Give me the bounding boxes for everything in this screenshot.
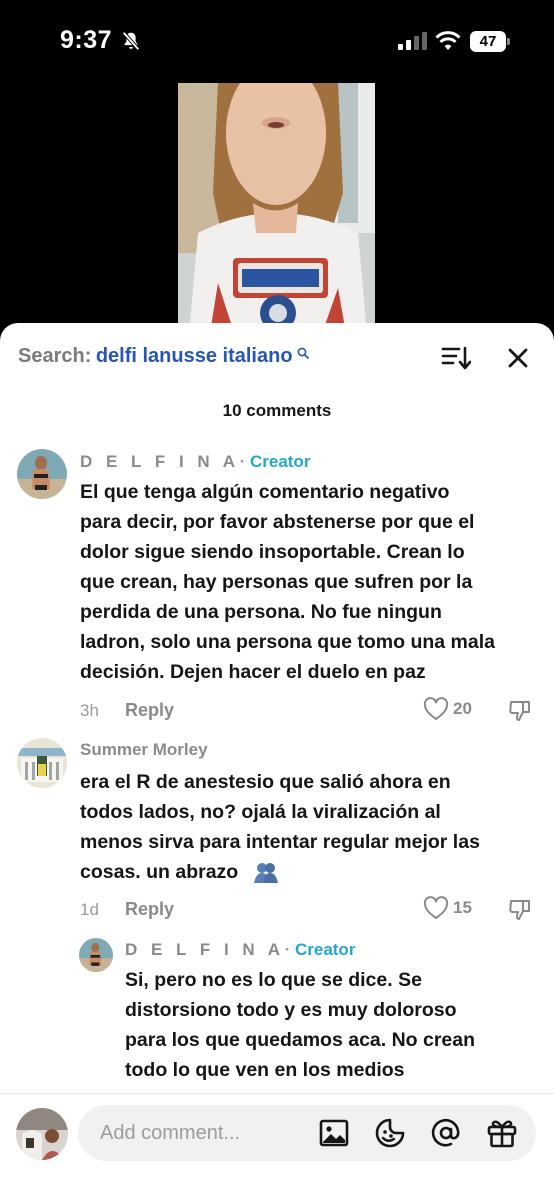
- wifi-icon: [435, 31, 461, 50]
- video-frame-image: [178, 83, 375, 345]
- battery-icon: 47: [470, 31, 510, 52]
- comment-line: todos lados, no? ojalá la viralización a…: [80, 801, 441, 823]
- comment-line: ladron, solo una persona que tomo una ma…: [80, 631, 495, 653]
- avatar-image: [16, 1108, 68, 1160]
- comments-sheet: Search: delfi lanusse italiano 10 commen…: [0, 323, 554, 1200]
- gift-icon[interactable]: [486, 1117, 518, 1149]
- avatar-image: [17, 449, 67, 499]
- reply-button[interactable]: Reply: [125, 700, 174, 721]
- avatar[interactable]: [79, 938, 113, 972]
- comment-item: D E L F I N A· Creator El que tenga algú…: [0, 447, 554, 727]
- creator-badge: Creator: [249, 452, 311, 471]
- avatar-image: [79, 938, 113, 972]
- like-count: 15: [453, 898, 472, 917]
- comment-line: para decir, por favor abstenerse por que…: [80, 511, 475, 533]
- comment-line: menos sirva para intentar regular mejor …: [80, 831, 480, 853]
- comment-body: El que tenga algún comentario negativo p…: [80, 477, 540, 687]
- comment-body: Si, pero no es lo que se dice. Se distor…: [125, 965, 545, 1085]
- comment-author[interactable]: D E L F I N A· Creator: [80, 452, 310, 472]
- avatar[interactable]: [17, 738, 67, 788]
- creator-badge: Creator: [294, 940, 356, 959]
- reply-button[interactable]: Reply: [125, 899, 174, 920]
- author-separator: ·: [239, 452, 246, 471]
- like-button[interactable]: 20: [423, 697, 483, 723]
- comment-line: perdida de una persona. No fue ningun: [80, 601, 442, 623]
- author-name: Summer Morley: [80, 740, 208, 759]
- like-count: 20: [453, 699, 472, 718]
- comment-line: todo lo que ven en los medios: [125, 1059, 405, 1081]
- comment-timestamp: 1d: [80, 900, 99, 919]
- comment-line: dolor sigue siendo insoportable. Crean l…: [80, 541, 465, 563]
- comment-line: cosas. un abrazo: [80, 857, 540, 887]
- comment-line: distorsiono todo y es muy doloroso: [125, 999, 457, 1021]
- author-separator: ·: [284, 940, 291, 959]
- comment-line-text: cosas. un abrazo: [80, 861, 239, 883]
- like-button[interactable]: 15: [423, 896, 483, 922]
- video-thumbnail[interactable]: [178, 83, 375, 345]
- comment-input-placeholder: Add comment...: [100, 1122, 241, 1144]
- author-name: D E L F I N A: [125, 940, 285, 959]
- sort-icon[interactable]: [441, 345, 471, 371]
- dislike-icon[interactable]: [508, 897, 532, 921]
- mention-icon[interactable]: [430, 1117, 462, 1149]
- search-prefix: Search:: [18, 345, 92, 367]
- search-term-link[interactable]: delfi lanusse italiano: [96, 345, 293, 367]
- comment-body: era el R de anestesio que salió ahora en…: [80, 767, 540, 887]
- avatar[interactable]: [17, 449, 67, 499]
- author-name: D E L F I N A: [80, 452, 240, 471]
- search-icon: [297, 347, 309, 359]
- battery-level: 47: [470, 31, 506, 52]
- emoji-icon[interactable]: [374, 1117, 406, 1149]
- dislike-icon[interactable]: [508, 698, 532, 722]
- heart-icon: [423, 896, 449, 919]
- comment-input[interactable]: Add comment...: [78, 1105, 536, 1161]
- avatar-image: [17, 738, 67, 788]
- comment-count: 10 comments: [222, 401, 332, 420]
- comment-line: para los que quedamos aca. No crean: [125, 1029, 476, 1051]
- comment-author[interactable]: D E L F I N A· Creator: [125, 940, 355, 960]
- close-icon[interactable]: [505, 345, 531, 371]
- image-icon[interactable]: [318, 1117, 350, 1149]
- comment-line: era el R de anestesio que salió ahora en: [80, 771, 451, 793]
- reply-item: D E L F I N A· Creator Si, pero no es lo…: [0, 935, 554, 1095]
- status-bar: 9:37 47: [0, 0, 554, 80]
- comment-composer: Add comment...: [0, 1093, 554, 1200]
- comment-timestamp: 3h: [80, 701, 99, 720]
- signal-icon: [398, 32, 427, 50]
- comment-line: que crean, hay personas que sufren por l…: [80, 571, 473, 593]
- bell-slash-icon: [122, 31, 140, 51]
- battery-tip: [507, 38, 510, 45]
- comment-author[interactable]: Summer Morley: [80, 740, 208, 760]
- comment-line: decisión. Dejen hacer el duelo en paz: [80, 661, 426, 683]
- status-time: 9:37: [60, 26, 113, 54]
- heart-icon: [423, 697, 449, 720]
- comment-line: Si, pero no es lo que se dice. Se: [125, 969, 422, 991]
- comment-line: El que tenga algún comentario negativo: [80, 481, 450, 503]
- hug-emoji-icon: [253, 862, 278, 883]
- current-user-avatar[interactable]: [16, 1108, 68, 1160]
